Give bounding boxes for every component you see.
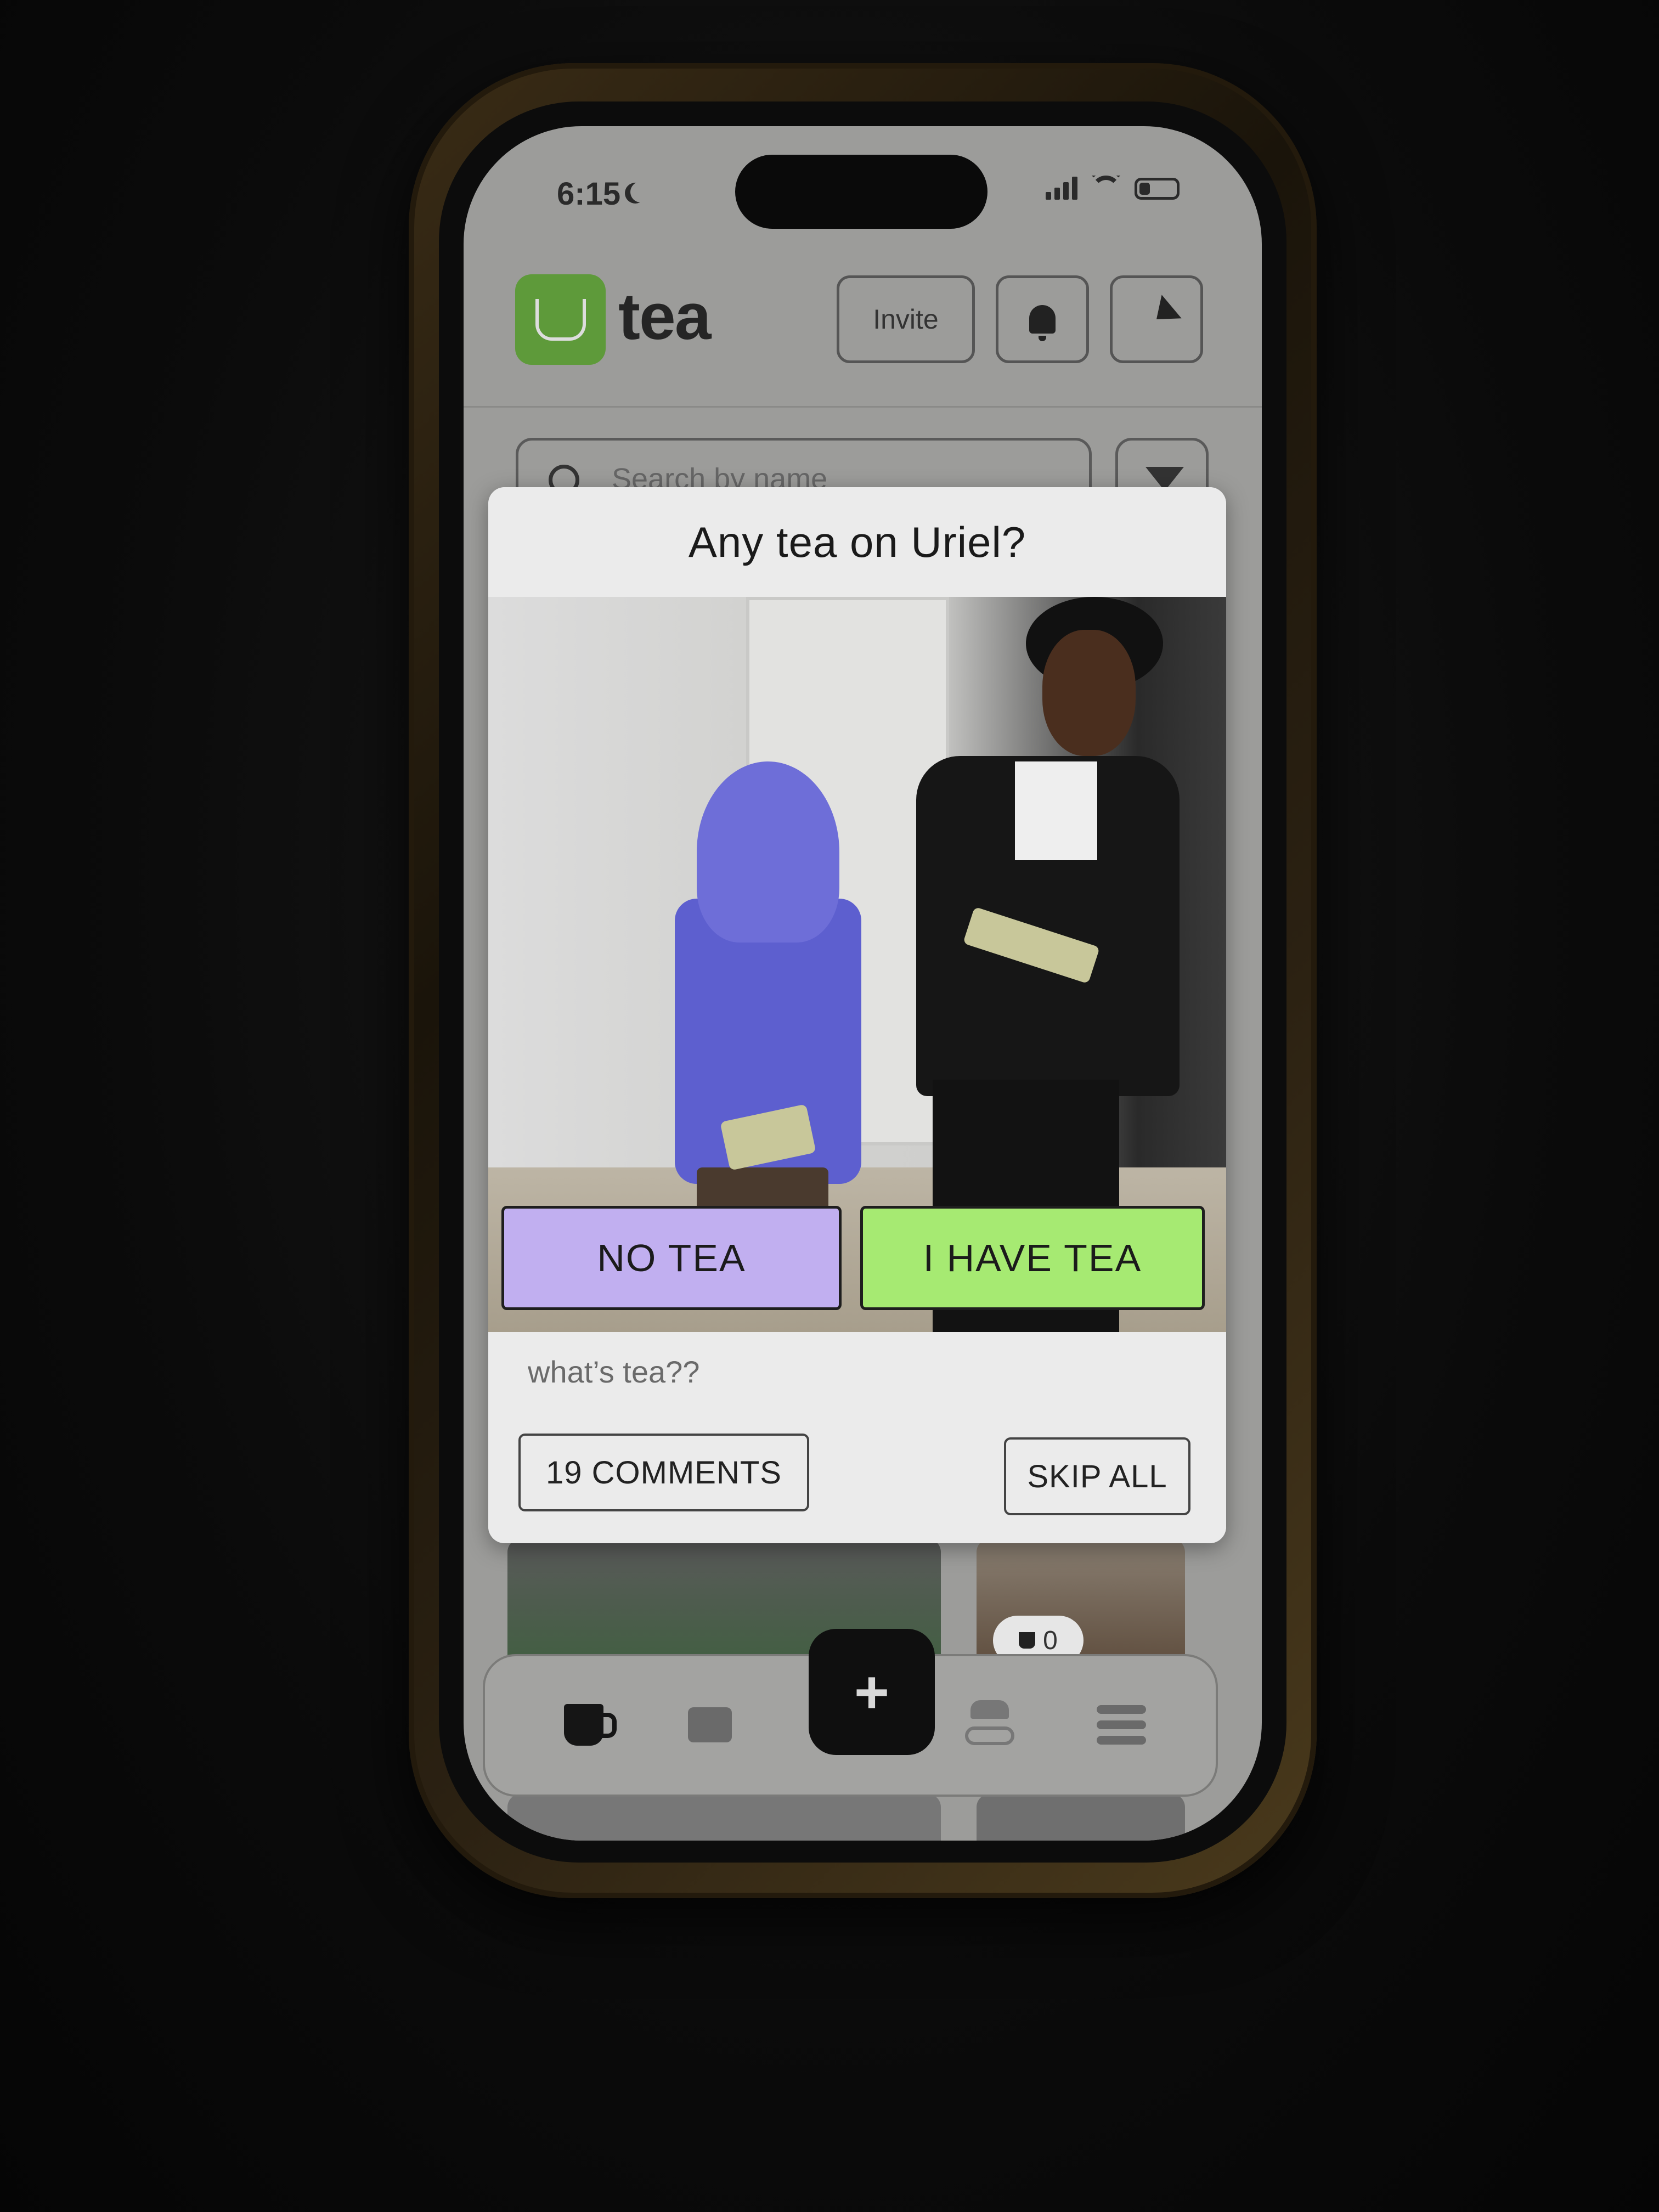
- no-tea-button[interactable]: NO TEA: [501, 1206, 842, 1310]
- tea-prompt-modal: Any tea on Uriel? NO TEA I HAVE TEA what…: [488, 487, 1226, 1543]
- send-button[interactable]: [1110, 275, 1203, 363]
- photo-person: [664, 761, 861, 1228]
- wifi-icon: [1090, 176, 1122, 200]
- modal-title: Any tea on Uriel?: [488, 487, 1226, 597]
- nav-menu[interactable]: [1088, 1695, 1154, 1755]
- status-icons: [1046, 176, 1180, 200]
- chat-icon: [688, 1707, 732, 1742]
- signal-icon: [1046, 176, 1077, 200]
- app-header: tea Invite: [464, 263, 1262, 373]
- nav-tea[interactable]: [551, 1695, 617, 1755]
- bottom-nav: +: [483, 1629, 1218, 1797]
- profile-tile[interactable]: [977, 1794, 1185, 1841]
- tea-cup-icon: [1019, 1632, 1036, 1649]
- profile-tile[interactable]: [507, 1794, 941, 1841]
- status-time: 6:15: [557, 176, 651, 212]
- nav-spy[interactable]: [957, 1695, 1023, 1755]
- profile-photo: NO TEA I HAVE TEA: [488, 597, 1226, 1332]
- battery-level: [1139, 183, 1150, 195]
- dynamic-island: [735, 155, 988, 229]
- invite-button[interactable]: Invite: [837, 275, 975, 363]
- skip-all-button[interactable]: SKIP ALL: [1004, 1437, 1190, 1515]
- whats-tea-link[interactable]: what’s tea??: [528, 1354, 699, 1390]
- nav-chat[interactable]: [677, 1695, 743, 1755]
- spy-icon: [965, 1700, 1014, 1750]
- tea-cup-icon: [535, 298, 586, 341]
- create-post-button[interactable]: +: [809, 1629, 935, 1755]
- modal-footer: what’s tea?? 19 COMMENTS SKIP ALL: [488, 1332, 1226, 1543]
- bell-icon: [1029, 305, 1056, 341]
- tea-cup-icon: [564, 1704, 617, 1746]
- notifications-button[interactable]: [996, 275, 1089, 363]
- tea-count-value: 0: [1043, 1626, 1058, 1655]
- battery-icon: [1135, 178, 1180, 200]
- menu-icon: [1097, 1705, 1146, 1745]
- app-logo[interactable]: [515, 274, 606, 365]
- comments-button[interactable]: 19 COMMENTS: [518, 1434, 809, 1511]
- app-name: tea: [618, 280, 711, 353]
- moon-icon: [630, 182, 651, 202]
- header-divider: [464, 406, 1262, 408]
- have-tea-button[interactable]: I HAVE TEA: [860, 1206, 1205, 1310]
- plus-icon: +: [854, 1658, 890, 1726]
- status-time-text: 6:15: [557, 176, 621, 212]
- send-icon: [1131, 295, 1182, 344]
- phone-screen: 6:15 tea Invite Search by name 0 + Any t…: [464, 126, 1262, 1841]
